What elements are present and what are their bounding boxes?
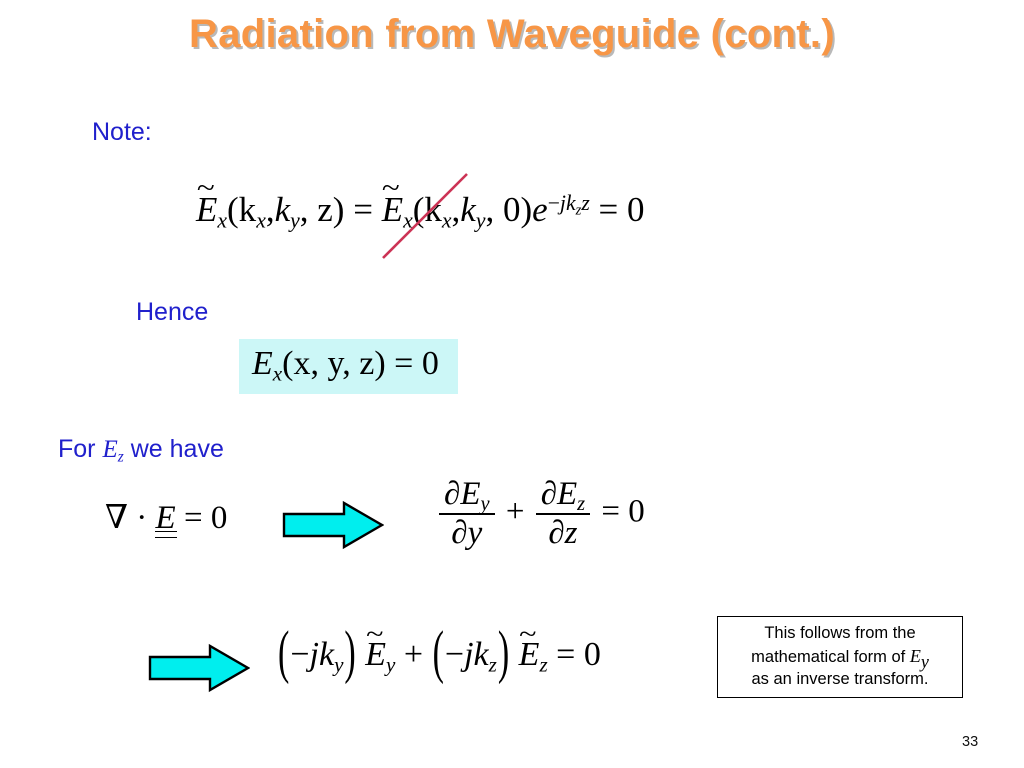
eq5-j-1: j — [309, 636, 319, 673]
eq4-partial-3: ∂ — [540, 476, 557, 512]
eq5-close-paren-1: ) — [344, 620, 356, 686]
for-ez-symbol: E — [102, 436, 118, 463]
for-ez-label: For Ez we have — [58, 435, 224, 465]
eq4-den-z: z — [564, 515, 578, 551]
eq5-E-sub-y: y — [386, 652, 396, 677]
eq4-partial-2: ∂ — [451, 515, 468, 551]
eq1-E-lhs: E — [196, 190, 218, 229]
eq2-sub-x: x — [272, 361, 283, 386]
fraction-numerator: ∂Ez — [536, 476, 590, 516]
callout-line-2-text: mathematical form of — [751, 648, 910, 667]
callout-Ey-symbol: E — [909, 646, 921, 667]
equation-spectral-field-propagation: Ex(kx,ky, z) = Ex(kx,ky, 0)e−jkzz = 0 — [196, 190, 645, 231]
equation-ex-vanishes: Ex(x, y, z) = 0 — [252, 345, 439, 384]
for-ez-suffix: we have — [123, 435, 224, 463]
page-title: Radiation from Waveguide (cont.) — [189, 12, 835, 56]
eq1-sub-x: x — [217, 208, 228, 233]
eq4-den-y: y — [467, 515, 483, 551]
eq2-args: (x, y, z) — [282, 345, 386, 382]
eq5-minus-2: − — [444, 636, 465, 673]
callout-line-3: as an inverse transform. — [751, 669, 929, 688]
eq3-nabla: ∇ — [105, 500, 129, 536]
eq1-E-rhs: E — [381, 190, 404, 229]
eq3-dot: · — [128, 500, 156, 536]
eq4-plus: + — [497, 493, 533, 530]
eq4-E-2: E — [557, 476, 578, 512]
fraction-numerator: ∂Ey — [439, 476, 495, 516]
eq4-sub-z: z — [577, 493, 586, 516]
eq1-result: = 0 — [589, 190, 645, 229]
implication-arrow-2 — [148, 643, 250, 693]
eq5-j-2: j — [464, 636, 474, 673]
hence-label: Hence — [136, 298, 209, 326]
eq1-exp-z: z — [581, 190, 590, 215]
eq4-sub-y: y — [480, 493, 490, 516]
eq1-open-args: (k — [227, 190, 257, 229]
eq5-k-2: k — [473, 636, 489, 673]
eq1-rhs-k2: k — [460, 190, 476, 229]
eq5-equals: = 0 — [547, 636, 601, 673]
fraction-denominator: ∂y — [439, 513, 495, 550]
for-ez-prefix: For — [58, 435, 103, 463]
eq3-equals: = 0 — [175, 500, 228, 536]
eq1-exp-base: e — [532, 190, 548, 229]
eq1-rhs-zero-arg: , 0) — [485, 190, 533, 229]
eq2-E: E — [252, 345, 273, 382]
eq1-k2: k — [274, 190, 291, 229]
callout-line-1: This follows from the — [764, 624, 916, 643]
eq4-partial-4: ∂ — [548, 515, 565, 551]
eq5-minus-1: − — [290, 636, 310, 673]
eq1-rhs-kx-sub: x — [441, 208, 452, 233]
eq5-k-sub-y: y — [334, 652, 344, 677]
fraction-dEy-dy: ∂Ey ∂y — [439, 478, 495, 550]
eq5-k-sub-z: z — [488, 652, 497, 677]
eq3-E-vector: E — [154, 500, 177, 538]
eq1-exp-sign: − — [547, 190, 560, 215]
eq5-E-2: E — [518, 636, 540, 673]
eq5-E-sub-z: z — [539, 652, 548, 677]
eq5-open-paren-2: ( — [432, 620, 444, 686]
eq5-open-paren-1: ( — [278, 620, 290, 686]
eq1-kx-sub: x — [256, 208, 266, 233]
implication-arrow-1 — [282, 500, 384, 550]
callout-line-2: mathematical form of Ey — [751, 645, 929, 670]
eq1-rhs-open-args: (k — [412, 190, 442, 229]
slide-canvas: Radiation from Waveguide (cont.) Note: E… — [0, 0, 1024, 768]
fraction-denominator: ∂z — [535, 513, 591, 551]
eq5-close-paren-2: ) — [497, 620, 510, 686]
explanatory-note-box: This follows from the mathematical form … — [717, 616, 963, 698]
eq4-equals: = 0 — [593, 493, 645, 530]
eq2-equals: = 0 — [385, 345, 439, 382]
note-label: Note: — [92, 118, 152, 146]
equation-divergence-of-E: ∇ · E = 0 — [105, 500, 228, 538]
eq5-k-1: k — [318, 636, 335, 673]
eq1-equals-1: = — [344, 190, 382, 229]
eq1-comma-2: , — [451, 190, 461, 229]
eq1-exp-k: k — [565, 190, 576, 215]
eq4-E-1: E — [460, 476, 481, 512]
fraction-dEz-dz: ∂Ez ∂z — [535, 476, 591, 551]
eq5-plus: + — [395, 636, 432, 673]
equation-spectral-divergence: (−jky) Ey + (−jkz) Ez = 0 — [277, 624, 601, 684]
eq1-comma-1: , — [265, 190, 275, 229]
eq1-ky-sub: y — [290, 208, 300, 233]
eq1-z-arg: , z) — [299, 190, 345, 229]
eq1-rhs-sub-x: x — [403, 208, 413, 233]
equation-divergence-expanded: ∂Ey ∂y + ∂Ez ∂z = 0 — [436, 478, 645, 550]
page-number: 33 — [962, 734, 979, 750]
eq4-partial-1: ∂ — [444, 476, 461, 512]
eq5-E-1: E — [365, 636, 387, 673]
